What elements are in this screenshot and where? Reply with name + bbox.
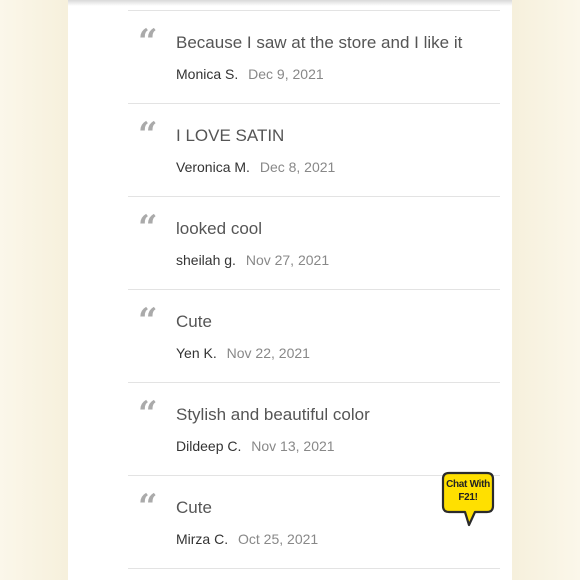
- page-margin-left: [0, 0, 68, 580]
- review-date: Dec 8, 2021: [259, 159, 336, 175]
- review-meta: Monica S. Dec 9, 2021: [176, 66, 324, 82]
- review-date: Nov 27, 2021: [245, 252, 330, 268]
- review-text: Stylish and beautiful color: [176, 405, 370, 424]
- chat-label-line2: F21!: [458, 492, 478, 503]
- review-author: Mirza C.: [176, 531, 229, 547]
- review-meta: Yen K. Nov 22, 2021: [176, 345, 310, 361]
- review-item: “ Cute Yen K. Nov 22, 2021: [128, 289, 500, 382]
- chat-label: Chat With F21!: [441, 478, 495, 504]
- review-author: Yen K.: [176, 345, 217, 361]
- review-text: Cute: [176, 312, 212, 331]
- review-item: “ looked cool sheilah g. Nov 27, 2021: [128, 196, 500, 289]
- quote-icon: “: [138, 115, 158, 155]
- review-author: Dildeep C.: [176, 438, 242, 454]
- review-text: looked cool: [176, 219, 263, 238]
- quote-icon: “: [138, 22, 158, 62]
- review-date: Oct 25, 2021: [238, 531, 319, 547]
- review-item: “ Stylish and beautiful color Dildeep C.…: [128, 382, 500, 475]
- review-author: Monica S.: [176, 66, 239, 82]
- review-text: Because I saw at the store and I like it: [176, 33, 463, 52]
- quote-icon: “: [138, 208, 158, 248]
- review-meta: Veronica M. Dec 8, 2021: [176, 159, 335, 175]
- review-meta: Dildeep C. Nov 13, 2021: [176, 438, 335, 454]
- review-item: “ Because I saw at the store and I like …: [128, 10, 500, 103]
- review-date: Nov 22, 2021: [226, 345, 310, 361]
- review-meta: Mirza C. Oct 25, 2021: [176, 531, 318, 547]
- review-author: Veronica M.: [176, 159, 250, 175]
- review-date: Nov 13, 2021: [251, 438, 335, 454]
- quote-icon: “: [138, 394, 158, 434]
- review-date: Dec 9, 2021: [248, 66, 324, 82]
- page-margin-right: [512, 0, 580, 580]
- panel-top-edge: [68, 0, 512, 6]
- quote-icon: “: [138, 301, 158, 341]
- chat-label-line1: Chat With: [446, 479, 490, 490]
- quote-icon: “: [138, 487, 158, 527]
- review-text: I LOVE SATIN: [176, 126, 285, 145]
- review-text: Cute: [176, 498, 212, 517]
- review-item: “ I LOVE SATIN Veronica M. Dec 8, 2021: [128, 103, 500, 196]
- chat-with-f21-button[interactable]: Chat With F21!: [441, 471, 495, 527]
- review-author: sheilah g.: [176, 252, 236, 268]
- review-meta: sheilah g. Nov 27, 2021: [176, 252, 329, 268]
